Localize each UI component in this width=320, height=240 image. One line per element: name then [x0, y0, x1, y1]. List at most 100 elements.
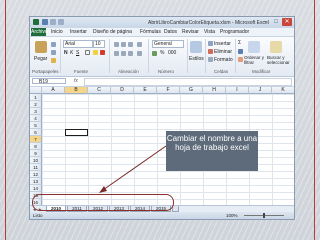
- excel-window: AbrirLibroCambiarColorEtiqueta.xlsm - Mi…: [29, 16, 295, 220]
- tab-data[interactable]: Datos: [164, 29, 177, 35]
- formula-bar: B19 fx: [30, 77, 294, 87]
- clear-icon[interactable]: [238, 57, 243, 62]
- bold-icon[interactable]: N: [64, 50, 68, 56]
- tab-home[interactable]: Inicio: [51, 29, 63, 35]
- sort-filter-button[interactable]: Ordenar y filtrar: [244, 55, 266, 65]
- copy-icon[interactable]: [51, 50, 56, 55]
- column-header[interactable]: J: [249, 87, 272, 94]
- wrap-text-icon[interactable]: [137, 42, 142, 47]
- merge-cells-icon[interactable]: [137, 51, 142, 56]
- column-header[interactable]: H: [203, 87, 226, 94]
- minimize-button[interactable]: –: [260, 18, 270, 26]
- tab-formulas[interactable]: Fórmulas: [140, 29, 161, 35]
- cut-icon[interactable]: [51, 42, 56, 47]
- autosum-icon[interactable]: Σ: [238, 40, 241, 46]
- column-header[interactable]: B: [65, 87, 88, 94]
- column-header[interactable]: C: [88, 87, 111, 94]
- italic-icon[interactable]: K: [70, 50, 73, 56]
- fill-color-icon[interactable]: [93, 50, 98, 55]
- title-bar: AbrirLibroCambiarColorEtiqueta.xlsm - Mi…: [30, 17, 294, 28]
- find-select-button[interactable]: Buscar y seleccionar: [267, 55, 293, 65]
- decorative-line: [5, 0, 6, 240]
- styles-button[interactable]: Estilos: [189, 56, 204, 62]
- column-header[interactable]: I: [226, 87, 249, 94]
- paste-icon[interactable]: [35, 41, 47, 53]
- format-cells-icon[interactable]: [208, 57, 213, 62]
- row-header[interactable]: 10: [30, 157, 42, 164]
- styles-icon[interactable]: [190, 41, 202, 53]
- font-size-select[interactable]: 10: [93, 40, 105, 48]
- tab-insert[interactable]: Insertar: [70, 29, 87, 35]
- font-name-select[interactable]: Arial: [63, 40, 93, 48]
- align-bottom-icon[interactable]: [128, 42, 133, 47]
- sort-filter-icon[interactable]: [248, 41, 260, 53]
- formula-input[interactable]: [84, 78, 292, 86]
- column-header[interactable]: F: [157, 87, 180, 94]
- align-center-icon[interactable]: [121, 51, 126, 56]
- divider: [187, 39, 188, 73]
- percent-icon[interactable]: %: [160, 50, 164, 56]
- tab-view[interactable]: Vista: [204, 29, 215, 35]
- group-clipboard-label: Portapapeles: [32, 69, 59, 74]
- tab-review[interactable]: Revisar: [182, 29, 199, 35]
- align-top-icon[interactable]: [114, 42, 119, 47]
- row-header[interactable]: 5: [30, 122, 42, 129]
- row-header[interactable]: 13: [30, 178, 42, 185]
- borders-icon[interactable]: [85, 50, 90, 55]
- font-color-icon[interactable]: [100, 50, 105, 55]
- zoom-slider-thumb[interactable]: [263, 213, 265, 218]
- thousands-icon[interactable]: 000: [168, 50, 176, 56]
- row-header[interactable]: 3: [30, 108, 42, 115]
- tab-file[interactable]: Archivo: [31, 28, 48, 36]
- undo-icon[interactable]: [50, 19, 56, 25]
- tab-page-layout[interactable]: Diseño de página: [93, 29, 132, 35]
- number-format-select[interactable]: General: [152, 40, 184, 48]
- zoom-level[interactable]: 100%: [226, 212, 238, 219]
- group-cells-label: Celdas: [214, 69, 229, 74]
- name-box[interactable]: B19: [32, 78, 66, 85]
- tab-developer[interactable]: Programador: [220, 29, 249, 35]
- window-title: AbrirLibroCambiarColorEtiqueta.xlsm - Mi…: [148, 20, 269, 26]
- column-header[interactable]: E: [134, 87, 157, 94]
- column-header[interactable]: G: [180, 87, 203, 94]
- currency-icon[interactable]: [152, 51, 157, 56]
- maximize-button[interactable]: □: [271, 18, 281, 26]
- row-header[interactable]: 8: [30, 143, 42, 150]
- row-header[interactable]: 6: [30, 129, 42, 136]
- row-header[interactable]: 2: [30, 101, 42, 108]
- row-header[interactable]: 14: [30, 185, 42, 192]
- number-format-value: General: [154, 41, 172, 47]
- align-middle-icon[interactable]: [121, 42, 126, 47]
- paste-button[interactable]: Pegar: [34, 56, 47, 62]
- align-right-icon[interactable]: [128, 51, 133, 56]
- row-header[interactable]: 11: [30, 164, 42, 171]
- column-header[interactable]: D: [111, 87, 134, 94]
- ribbon-tabs: Archivo Inicio Insertar Diseño de página…: [30, 28, 294, 37]
- insert-cells-button[interactable]: Insertar: [214, 41, 231, 47]
- column-header[interactable]: A: [42, 87, 65, 94]
- row-header[interactable]: 4: [30, 115, 42, 122]
- format-painter-icon[interactable]: [51, 58, 56, 63]
- underline-icon[interactable]: S: [76, 50, 79, 56]
- delete-cells-icon[interactable]: [208, 49, 213, 54]
- active-cell[interactable]: [65, 129, 88, 136]
- align-left-icon[interactable]: [114, 51, 119, 56]
- close-button[interactable]: ✕: [282, 18, 292, 26]
- redo-icon[interactable]: [58, 19, 64, 25]
- row-header[interactable]: 1: [30, 94, 42, 101]
- row-header[interactable]: 7: [30, 136, 42, 143]
- row-header[interactable]: 12: [30, 171, 42, 178]
- format-cells-button[interactable]: Formato: [214, 57, 233, 63]
- row-header[interactable]: 9: [30, 150, 42, 157]
- delete-cells-button[interactable]: Eliminar: [214, 49, 232, 55]
- select-all-corner[interactable]: [30, 87, 42, 94]
- insert-function-icon[interactable]: fx: [74, 78, 78, 84]
- find-select-icon[interactable]: [270, 41, 282, 53]
- status-text: Listo: [33, 213, 43, 218]
- column-header[interactable]: K: [272, 87, 294, 94]
- font-name-value: Arial: [65, 41, 76, 47]
- insert-cells-icon[interactable]: [208, 41, 213, 46]
- divider: [60, 39, 61, 73]
- fill-icon[interactable]: [238, 49, 243, 54]
- save-icon[interactable]: [42, 19, 48, 25]
